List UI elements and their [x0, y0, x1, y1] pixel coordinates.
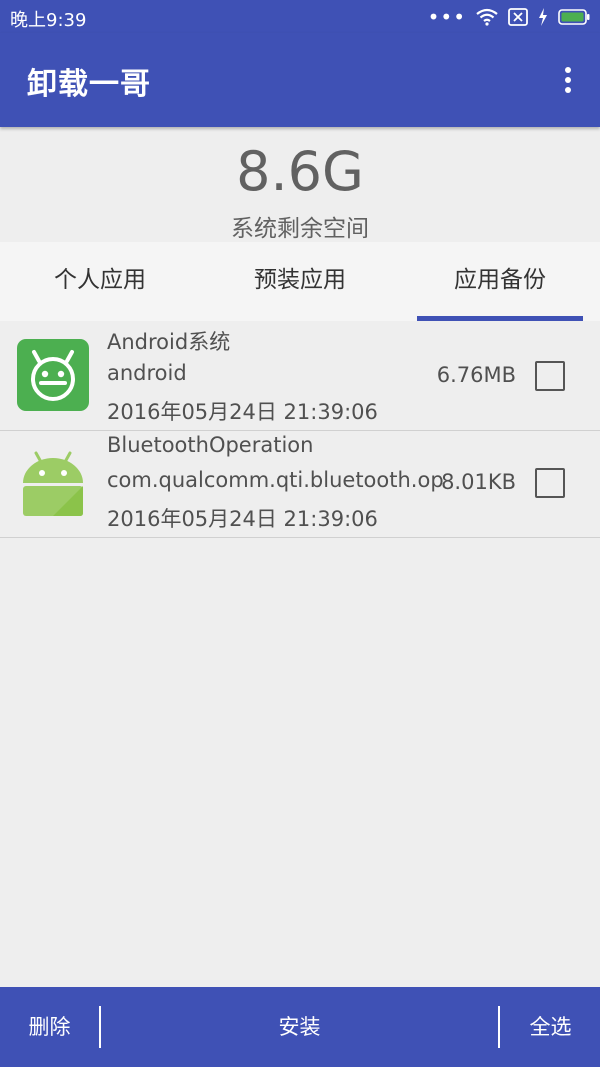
app-size: 8.01KB	[441, 470, 516, 494]
tab-selected-indicator	[417, 316, 583, 321]
app-bar: 卸载一哥	[0, 33, 600, 127]
tab-bar: 个人应用 预装应用 应用备份	[0, 242, 600, 321]
battery-icon	[558, 9, 590, 25]
more-dots-icon: •••	[427, 5, 466, 29]
android-face-icon	[17, 339, 89, 411]
divider	[498, 1006, 500, 1048]
select-all-button[interactable]: 全选	[501, 987, 600, 1067]
status-time: 晚上9:39	[10, 10, 87, 31]
tab-preinstalled-apps[interactable]: 预装应用	[200, 242, 400, 321]
android-robot-icon	[23, 451, 83, 516]
charging-icon	[539, 8, 547, 26]
app-package: android	[107, 361, 187, 385]
tab-app-backup[interactable]: 应用备份	[400, 242, 600, 321]
storage-remaining-label: 系统剩余空间	[231, 216, 369, 242]
app-checkbox[interactable]	[535, 361, 565, 391]
status-icons: •••	[428, 6, 590, 28]
status-bar: 晚上9:39 •••	[0, 0, 600, 33]
app-name: Android系统	[107, 330, 231, 354]
install-button[interactable]: 安装	[101, 987, 498, 1067]
wifi-icon	[476, 8, 498, 26]
sim-off-icon	[508, 8, 528, 26]
app-package: com.qualcomm.qti.bluetooth.op	[107, 468, 444, 492]
app-date: 2016年05月24日 21:39:06	[107, 400, 378, 424]
delete-button[interactable]: 删除	[0, 987, 99, 1067]
app-title: 卸载一哥	[27, 67, 151, 102]
app-list-item[interactable]: BluetoothOperation com.qualcomm.qti.blue…	[0, 430, 600, 538]
storage-remaining-value: 8.6G	[236, 140, 364, 203]
app-name: BluetoothOperation	[107, 433, 314, 457]
tab-personal-apps[interactable]: 个人应用	[0, 242, 200, 321]
app-checkbox[interactable]	[535, 468, 565, 498]
bottom-action-bar: 删除 安装 全选	[0, 987, 600, 1067]
app-size: 6.76MB	[436, 363, 516, 387]
more-vert-icon[interactable]	[558, 63, 578, 103]
app-list-item[interactable]: Android系统 android 2016年05月24日 21:39:06 6…	[0, 323, 600, 431]
app-date: 2016年05月24日 21:39:06	[107, 507, 378, 531]
